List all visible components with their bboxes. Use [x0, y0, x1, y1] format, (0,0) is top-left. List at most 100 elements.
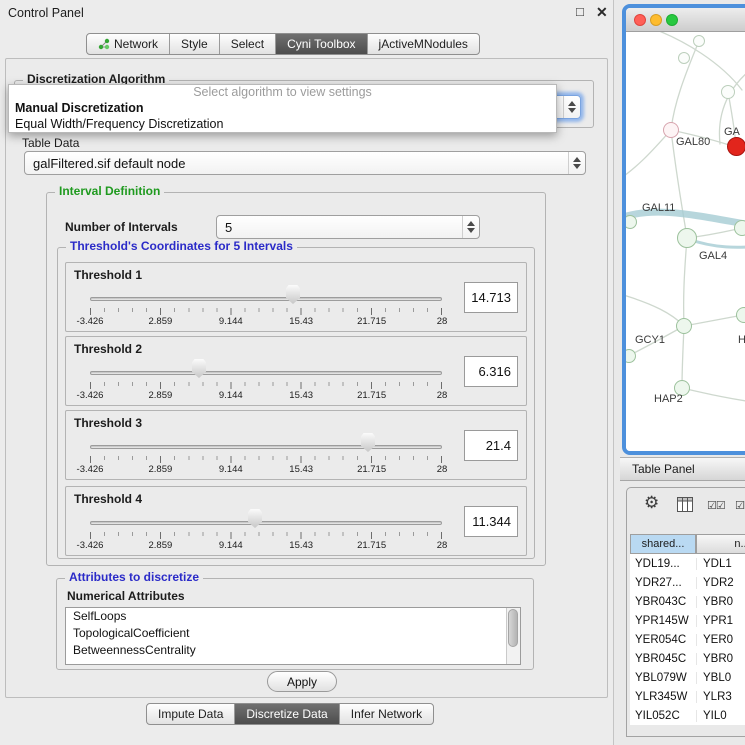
screen: Control Panel □ ✕ Network Style S	[0, 0, 745, 745]
select-rows-icon[interactable]: ☑☑	[735, 499, 745, 512]
table-row[interactable]: YDL19...YDL1	[630, 554, 745, 573]
close-button[interactable]	[634, 14, 646, 26]
slider-major-ticks	[90, 532, 442, 539]
settings-gear-icon[interactable]: ⚙	[644, 494, 659, 511]
table-row[interactable]: YDR27...YDR2	[630, 573, 745, 592]
table-row[interactable]: YBR045CYBR0	[630, 649, 745, 668]
dropdown-placeholder-option[interactable]: Select algorithm to view settings	[9, 85, 556, 100]
tab-select[interactable]: Select	[219, 34, 275, 54]
tab-network-label: Network	[114, 37, 158, 51]
threshold-2-value-field[interactable]: 6.316	[464, 356, 518, 387]
number-of-intervals-combobox[interactable]: 5	[216, 215, 480, 239]
thresholds-group-title: Threshold's Coordinates for 5 Intervals	[66, 239, 297, 253]
slider-major-ticks	[90, 308, 442, 315]
network-node-gcy1[interactable]	[676, 318, 692, 334]
tab-infer-network[interactable]: Infer Network	[339, 704, 433, 724]
slider-thumb[interactable]	[248, 509, 262, 528]
scrollbar-thumb[interactable]	[508, 609, 518, 647]
columns-icon[interactable]	[677, 497, 693, 512]
table-row[interactable]: YPR145WYPR1	[630, 611, 745, 630]
list-item[interactable]: BetweennessCentrality	[66, 642, 520, 659]
slider-tick-labels: -3.426 2.859 9.144 15.43 21.715 28	[90, 390, 442, 402]
network-view-window: GAL80 GA GAL11 GAL4 GCY1 H HAP2	[622, 4, 745, 455]
table-row[interactable]: YLR345WYLR3	[630, 687, 745, 706]
threshold-1-panel: Threshold 1 -3.426 2.859 9.144 15.43 21.…	[65, 262, 527, 332]
attributes-group-title: Attributes to discretize	[65, 570, 203, 584]
network-node[interactable]	[678, 52, 690, 64]
tab-discretize-data[interactable]: Discretize Data	[234, 704, 338, 724]
table-toolbar: ⚙ ☑☑ ☑☑	[627, 488, 745, 528]
interval-definition-title: Interval Definition	[55, 184, 164, 198]
algorithm-dropdown-popup: Select algorithm to view settings Manual…	[8, 84, 557, 133]
threshold-4-slider[interactable]: -3.426 2.859 9.144 15.43 21.715 28	[90, 507, 442, 553]
column-header-name[interactable]: n...	[696, 534, 745, 554]
slider-thumb[interactable]	[192, 359, 206, 378]
attributes-group: Attributes to discretize Numerical Attri…	[56, 578, 534, 670]
tab-impute-data[interactable]: Impute Data	[147, 704, 234, 724]
network-canvas[interactable]: GAL80 GA GAL11 GAL4 GCY1 H HAP2	[626, 32, 745, 451]
table-row[interactable]: YBR043CYBR0	[630, 592, 745, 611]
slider-track[interactable]	[90, 521, 442, 525]
slider-thumb[interactable]	[286, 285, 300, 304]
slider-track[interactable]	[90, 445, 442, 449]
table-data-combobox[interactable]: galFiltered.sif default node	[24, 151, 586, 175]
threshold-3-slider[interactable]: -3.426 2.859 9.144 15.43 21.715 28	[90, 431, 442, 477]
table-row[interactable]: YBL079WYBL0	[630, 668, 745, 687]
threshold-3-panel: Threshold 3 -3.426 2.859 9.144 15.43 21.…	[65, 410, 527, 480]
control-panel-titlebar[interactable]: Control Panel □ ✕	[0, 0, 614, 26]
column-header-shared-name[interactable]: shared...	[630, 534, 696, 554]
network-node-selected[interactable]	[727, 137, 745, 156]
numerical-attributes-list[interactable]: SelfLoops TopologicalCoefficient Between…	[65, 607, 521, 665]
table-row[interactable]: YIL052CYIL0	[630, 706, 745, 725]
network-node-gal4[interactable]	[677, 228, 697, 248]
top-tab-bar: Network Style Select Cyni Toolbox jActiv…	[86, 33, 480, 55]
minimize-button[interactable]	[650, 14, 662, 26]
network-icon	[98, 38, 110, 50]
bottom-tab-bar: Impute Data Discretize Data Infer Networ…	[146, 703, 434, 725]
network-node[interactable]	[736, 307, 745, 323]
combo-arrows-icon	[568, 152, 585, 174]
tab-network[interactable]: Network	[87, 34, 169, 54]
network-node[interactable]	[734, 220, 745, 236]
threshold-4-panel: Threshold 4 -3.426 2.859 9.144 15.43 21.…	[65, 486, 527, 556]
tab-style[interactable]: Style	[169, 34, 219, 54]
list-scrollbar[interactable]	[506, 608, 520, 664]
threshold-3-value-field[interactable]: 21.4	[464, 430, 518, 461]
network-node[interactable]	[693, 35, 705, 47]
number-of-intervals-label: Number of Intervals	[65, 220, 178, 234]
select-columns-icon[interactable]: ☑☑	[707, 499, 725, 512]
network-window-titlebar[interactable]	[626, 8, 745, 32]
slider-track[interactable]	[90, 297, 442, 301]
threshold-2-slider[interactable]: -3.426 2.859 9.144 15.43 21.715 28	[90, 357, 442, 403]
threshold-3-label: Threshold 3	[74, 416, 142, 430]
node-label: GAL4	[699, 250, 727, 262]
slider-thumb[interactable]	[361, 433, 375, 452]
table-panel-window: ⚙ ☑☑ ☑☑ shared... n... YDL19...YDL1 YDR2…	[626, 487, 745, 737]
zoom-window-icon[interactable]: □	[576, 4, 584, 19]
table-data-combobox-value: galFiltered.sif default node	[25, 156, 568, 171]
tab-cyni-toolbox[interactable]: Cyni Toolbox	[275, 34, 366, 54]
table-panel-title: Table Panel	[632, 462, 695, 476]
list-item[interactable]: TopologicalCoefficient	[66, 625, 520, 642]
slider-major-ticks	[90, 382, 442, 389]
node-label: H	[738, 334, 745, 346]
zoom-button[interactable]	[666, 14, 678, 26]
apply-button[interactable]: Apply	[267, 671, 337, 692]
close-window-icon[interactable]: ✕	[596, 4, 608, 21]
tab-jactivemnodules[interactable]: jActiveMNodules	[367, 34, 479, 54]
dropdown-option-manual-discretization[interactable]: Manual Discretization	[9, 100, 556, 116]
node-label: GAL11	[642, 202, 675, 214]
dropdown-option-equal-width-frequency[interactable]: Equal Width/Frequency Discretization	[9, 116, 556, 132]
node-label: GA	[724, 126, 740, 138]
network-node[interactable]	[721, 85, 735, 99]
slider-track[interactable]	[90, 371, 442, 375]
threshold-4-value-field[interactable]: 11.344	[464, 506, 518, 537]
window-title: Control Panel	[8, 6, 84, 20]
threshold-1-slider[interactable]: -3.426 2.859 9.144 15.43 21.715 28	[90, 283, 442, 329]
table-panel-header: Table Panel	[620, 457, 745, 481]
node-label: HAP2	[654, 393, 683, 405]
interval-definition-group: Interval Definition Number of Intervals …	[46, 192, 546, 566]
threshold-1-value-field[interactable]: 14.713	[464, 282, 518, 313]
list-item[interactable]: SelfLoops	[66, 608, 520, 625]
table-row[interactable]: YER054CYER0	[630, 630, 745, 649]
